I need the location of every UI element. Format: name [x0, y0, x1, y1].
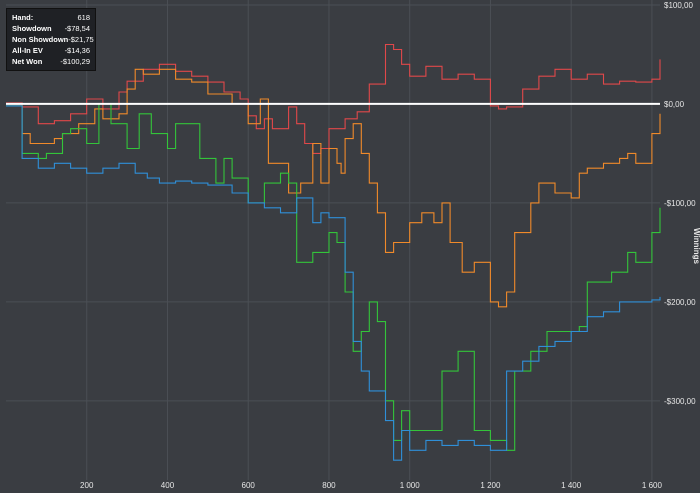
stat-label: Net Won [12, 57, 43, 66]
stat-label: Showdown [12, 24, 52, 33]
stat-label: All-In EV [12, 46, 43, 55]
x-tick-label: 1 400 [561, 481, 582, 490]
stat-value: 618 [77, 13, 90, 22]
stat-value: -$78,54 [64, 24, 90, 33]
x-tick-label: 400 [161, 481, 175, 490]
x-tick-label: 600 [242, 481, 256, 490]
stat-label: Hand: [12, 13, 34, 22]
winnings-chart: 200 400 600 800 1 000 1 200 1 400 1 600 $100,00… [0, 0, 700, 493]
stat-row-non-showdown: Non Showdown -$21,75 [12, 34, 94, 45]
stat-row-hand: Hand: 618 [12, 12, 90, 23]
y-tick-label: $100,00 [664, 1, 693, 10]
stat-row-net-won: Net Won -$100,29 [12, 56, 90, 67]
y-tick-label: -$200,00 [664, 298, 696, 307]
x-tick-label: 1 600 [642, 481, 663, 490]
stat-value: -$14,36 [64, 46, 90, 55]
y-tick-label: -$300,00 [664, 397, 696, 406]
x-tick-label: 1 000 [400, 481, 421, 490]
stats-box: Hand: 618 Showdown -$78,54 Non Showdown … [6, 8, 96, 71]
y-tick-label: -$100,00 [664, 199, 696, 208]
x-tick-label: 800 [322, 481, 336, 490]
x-tick-label: 200 [80, 481, 94, 490]
stat-label: Non Showdown [12, 35, 69, 44]
chart-canvas: 200 400 600 800 1 000 1 200 1 400 1 600 $100,00… [0, 0, 700, 493]
x-tick-label: 1 200 [480, 481, 501, 490]
stat-row-showdown: Showdown -$78,54 [12, 23, 90, 34]
y-axis-title: Winnings [692, 228, 700, 264]
y-tick-label: $0,00 [664, 100, 685, 109]
stat-value: -$21,75 [68, 35, 94, 44]
stat-value: -$100,29 [60, 57, 90, 66]
stat-row-all-in-ev: All-In EV -$14,36 [12, 45, 90, 56]
